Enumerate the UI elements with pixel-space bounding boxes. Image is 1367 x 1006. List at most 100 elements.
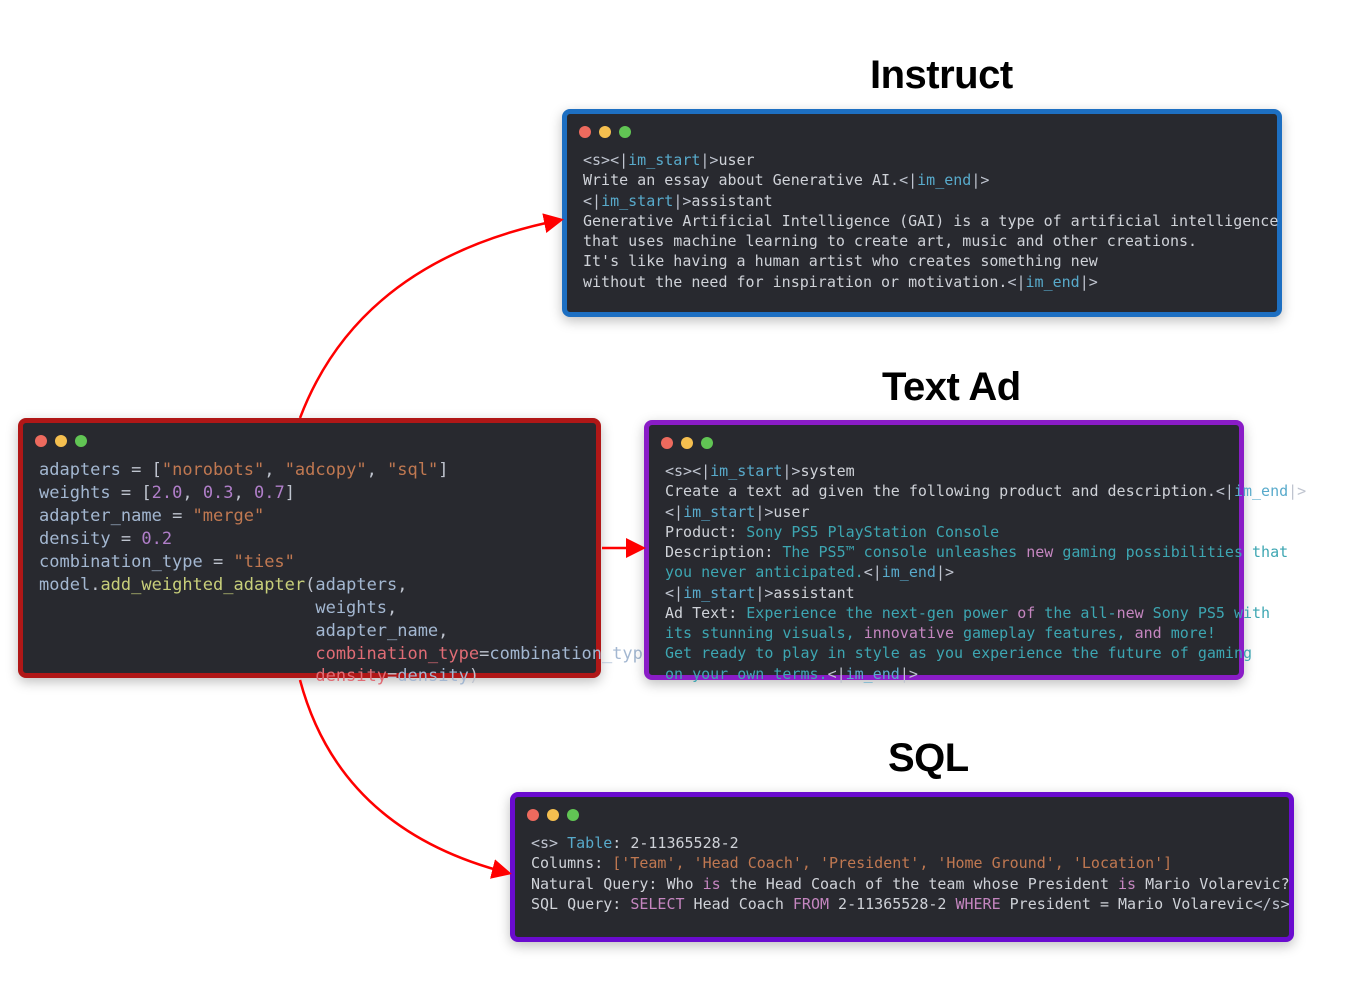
description-label: Description: <box>665 543 782 561</box>
maximize-icon <box>701 437 713 449</box>
instruct-content: <s><|im_start|>user Write an essay about… <box>567 142 1277 306</box>
im-end-token: im_end <box>1026 273 1080 291</box>
textad-window: <s><|im_start|>system Create a text ad g… <box>644 420 1244 680</box>
kw-innovative: innovative <box>864 624 954 642</box>
adtext-l1c: Sony PS5 with <box>1144 604 1270 622</box>
adapter-1: "adcopy" <box>285 460 367 480</box>
call-obj: model <box>39 575 90 595</box>
arg0: adapters <box>315 575 397 595</box>
table-value: : 2-11365528-2 <box>612 834 738 852</box>
im-start-token: im_start <box>628 151 700 169</box>
im-start-token: im_start <box>683 503 755 521</box>
textad-content: <s><|im_start|>system Create a text ad g… <box>649 453 1239 698</box>
minimize-icon <box>599 126 611 138</box>
adapter-0: "norobots" <box>162 460 264 480</box>
var-adapters: adapters <box>39 460 121 480</box>
sql-query-label: SQL Query: <box>531 895 630 913</box>
im-end-token: im_end <box>846 665 900 683</box>
close-icon <box>527 809 539 821</box>
product-label: Product: <box>665 523 746 541</box>
weight-1: 0.3 <box>203 483 234 503</box>
kw-new: new <box>1026 543 1053 561</box>
adtext-l3: Get ready to play in style as you experi… <box>665 644 1252 662</box>
instruct-body-l1: Generative Artificial Intelligence (GAI)… <box>583 212 1278 230</box>
kw-where: WHERE <box>955 895 1000 913</box>
s-tag: <s> <box>665 462 692 480</box>
sql-a: Head Coach <box>685 895 793 913</box>
close-icon <box>661 437 673 449</box>
source-code-content: adapters = ["norobots", "adcopy", "sql"]… <box>23 451 596 702</box>
natural-query-a: Natural Query: Who <box>531 875 703 893</box>
description-line1-b: gaming possibilities that <box>1053 543 1288 561</box>
end-tag: </s> <box>1254 895 1290 913</box>
close-icon <box>579 126 591 138</box>
density-val: 0.2 <box>141 529 172 549</box>
sql-content: <s> Table: 2-11365528-2 Columns: ['Team'… <box>515 825 1289 928</box>
maximize-icon <box>619 126 631 138</box>
heading-sql: SQL <box>888 736 969 781</box>
im-end-token: im_end <box>917 171 971 189</box>
adtext-l4: on your own terms. <box>665 665 828 683</box>
instruct-body-l2: that uses machine learning to create art… <box>583 232 1197 250</box>
minimize-icon <box>681 437 693 449</box>
heading-instruct: Instruct <box>870 53 1013 98</box>
s-tag: <s> <box>583 151 610 169</box>
instruct-prompt: Write an essay about Generative AI. <box>583 171 899 189</box>
minimize-icon <box>547 809 559 821</box>
natural-query-c: Mario Volarevic? <box>1136 875 1290 893</box>
role-assistant: assistant <box>773 584 854 602</box>
arg3-val: combination_type <box>489 644 653 664</box>
call-fn: add_weighted_adapter <box>100 575 305 595</box>
combination-type-val: "ties" <box>233 552 294 572</box>
adtext-l1a: Experience the next-gen power <box>746 604 1017 622</box>
natural-query-b: the Head Coach of the team whose Preside… <box>721 875 1118 893</box>
arg4-key: density <box>315 666 387 686</box>
columns-list: ['Team', 'Head Coach', 'President', 'Hom… <box>612 854 1172 872</box>
role-assistant: assistant <box>691 192 772 210</box>
im-start-token: im_start <box>601 192 673 210</box>
close-icon <box>35 435 47 447</box>
weight-2: 0.7 <box>254 483 285 503</box>
window-controls <box>567 114 1277 142</box>
im-start-token: im_start <box>683 584 755 602</box>
adapter-name-val: "merge" <box>193 506 265 526</box>
maximize-icon <box>75 435 87 447</box>
adtext-l2b: gameplay features, <box>954 624 1135 642</box>
minimize-icon <box>55 435 67 447</box>
s-tag: <s> <box>531 834 558 852</box>
instruct-body-l4: without the need for inspiration or moti… <box>583 273 1007 291</box>
textad-system-msg: Create a text ad given the following pro… <box>665 482 1216 500</box>
im-start-token: im_start <box>710 462 782 480</box>
heading-textad: Text Ad <box>882 365 1021 410</box>
im-end-token: im_end <box>882 563 936 581</box>
adtext-l2c: more! <box>1162 624 1216 642</box>
source-code-window: adapters = ["norobots", "adcopy", "sql"]… <box>18 418 601 678</box>
sql-c: President = Mario Volarevic <box>1001 895 1254 913</box>
window-controls <box>515 797 1289 825</box>
im-end-token: im_end <box>1234 482 1288 500</box>
role-user: user <box>718 151 754 169</box>
columns-label: Columns: <box>531 854 612 872</box>
var-density: density <box>39 529 111 549</box>
kw-is2: is <box>1118 875 1136 893</box>
kw-from: FROM <box>793 895 829 913</box>
description-line1-a: The PS5™ console unleashes <box>782 543 1026 561</box>
var-adapter-name: adapter_name <box>39 506 162 526</box>
adtext-l2a: its stunning visuals, <box>665 624 864 642</box>
role-system: system <box>800 462 854 480</box>
instruct-body-l3: It's like having a human artist who crea… <box>583 252 1098 270</box>
product-value: Sony PS5 PlayStation Console <box>746 523 999 541</box>
table-label: Table <box>558 834 612 852</box>
arg4-val: density <box>397 666 469 686</box>
weight-0: 2.0 <box>152 483 183 503</box>
kw-of: of <box>1017 604 1035 622</box>
var-weights: weights <box>39 483 111 503</box>
kw-and: and <box>1135 624 1162 642</box>
arg1: weights <box>315 598 387 618</box>
sql-b: 2-11365528-2 <box>829 895 955 913</box>
instruct-window: <s><|im_start|>user Write an essay about… <box>562 109 1282 317</box>
arrow-to-instruct <box>300 220 560 418</box>
sql-window: <s> Table: 2-11365528-2 Columns: ['Team'… <box>510 792 1294 942</box>
kw-select: SELECT <box>630 895 684 913</box>
arrow-to-sql <box>300 680 508 873</box>
